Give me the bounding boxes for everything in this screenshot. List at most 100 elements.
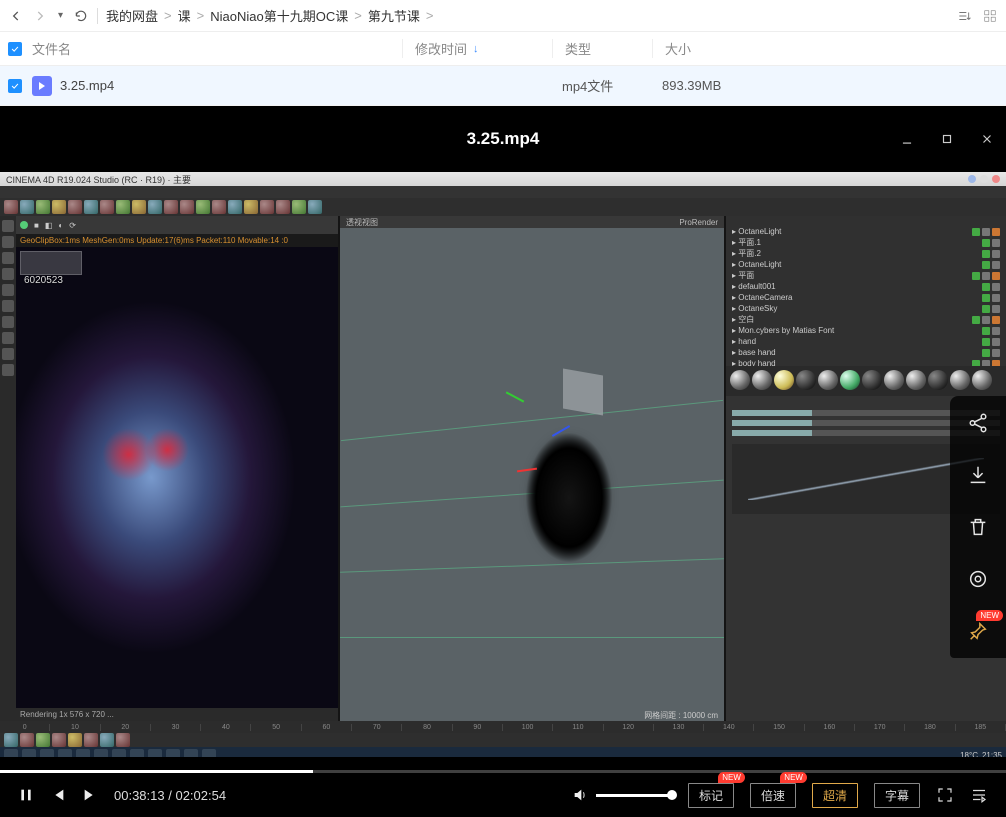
object-tree-item: ▸ OctaneLight <box>732 259 1000 270</box>
fullscreen-button[interactable] <box>936 786 954 804</box>
refresh-icon[interactable] <box>73 8 89 24</box>
timeline-frame: 0 <box>0 724 50 731</box>
subtitle-button[interactable]: 字幕 <box>874 783 920 808</box>
breadcrumb-item[interactable]: 第九节课 <box>368 6 420 25</box>
c4d-viewport: 透视视图 ProRender 网格间距 : 10000 cm <box>340 216 724 721</box>
c4d-timeline: 0102030405060708090100110120130140150160… <box>0 721 1006 733</box>
breadcrumb-item[interactable]: 课 <box>178 6 191 25</box>
timeline-frame: 90 <box>453 724 503 731</box>
render-status-text: GeoClipBox:1ms MeshGen:0ms Update:17(6)m… <box>16 234 338 247</box>
file-row[interactable]: 3.25.mp4 mp4文件 893.39MB <box>0 66 1006 106</box>
object-tree-item: ▸ 空白 <box>732 314 1000 325</box>
subtitle-label: 字幕 <box>885 789 909 803</box>
next-track-button[interactable] <box>82 787 98 803</box>
video-file-icon <box>32 76 52 96</box>
nav-forward-icon[interactable] <box>32 8 48 24</box>
video-frame[interactable]: CINEMA 4D R19.024 Studio (RC · R19) · 主要… <box>0 172 1006 757</box>
c4d-title-text: CINEMA 4D R19.024 Studio (RC · R19) · 主要 <box>6 173 191 186</box>
speed-button[interactable]: NEW 倍速 <box>750 783 796 808</box>
viewport-label-left: 透视视图 <box>346 217 378 228</box>
grid-view-icon[interactable] <box>982 8 998 24</box>
object-tree-item: ▸ default001 <box>732 281 1000 292</box>
close-icon[interactable] <box>978 130 996 148</box>
breadcrumb-item[interactable]: NiaoNiao第十九期OC课 <box>210 6 348 25</box>
timeline-frame: 60 <box>302 724 352 731</box>
speed-label: 倍速 <box>761 789 785 803</box>
timeline-frame: 180 <box>905 724 955 731</box>
maximize-icon[interactable] <box>938 130 956 148</box>
timeline-frame: 170 <box>855 724 905 731</box>
col-header-mtime[interactable]: 修改时间 ↓ <box>402 39 552 58</box>
timeline-frame: 140 <box>704 724 754 731</box>
new-badge: NEW <box>718 772 745 783</box>
playlist-button[interactable] <box>970 786 988 804</box>
quality-label: 超清 <box>823 789 847 803</box>
object-manager: ▸ OctaneLight ▸ 平面.1 ▸ 平面.2▸ OctaneLight… <box>726 216 1006 366</box>
c4d-timeline-controls <box>0 733 1006 747</box>
timeline-frame: 100 <box>503 724 553 731</box>
volume-control[interactable] <box>572 787 672 803</box>
new-badge: NEW <box>780 772 807 783</box>
object-tree-item: ▸ base hand <box>732 347 1000 358</box>
taskbar-clock: 21:35 <box>982 751 1002 758</box>
file-type: mp4文件 <box>550 76 650 95</box>
viewport-grid-label: 网格间距 : 10000 cm <box>644 710 718 721</box>
player-title: 3.25.mp4 <box>467 129 540 149</box>
object-tree-item: ▸ OctaneCamera <box>732 292 1000 303</box>
object-tree-item: ▸ OctaneLight <box>732 226 1000 237</box>
quality-button[interactable]: 超清 <box>812 783 858 808</box>
sort-desc-icon: ↓ <box>473 43 479 55</box>
play-pause-button[interactable] <box>18 786 34 804</box>
file-browser-toolbar: ▾ 我的网盘> 课> NiaoNiao第十九期OC课> 第九节课> <box>0 0 1006 32</box>
c4d-left-toolbar <box>0 216 16 721</box>
timeline-frame: 130 <box>654 724 704 731</box>
player-controls: 00:38:13 / 02:02:54 NEW 标记 NEW 倍速 超清 字幕 <box>0 773 1006 817</box>
settings-icon[interactable] <box>965 566 991 592</box>
timeline-frame: 185 <box>956 724 1006 731</box>
time-display: 00:38:13 / 02:02:54 <box>114 788 226 803</box>
mark-button[interactable]: NEW 标记 <box>688 783 734 808</box>
timeline-frame: 70 <box>352 724 402 731</box>
col-header-name[interactable]: 文件名 <box>32 39 402 58</box>
c4d-window-titlebar: CINEMA 4D R19.024 Studio (RC · R19) · 主要 <box>0 172 1006 186</box>
volume-icon[interactable] <box>572 787 588 803</box>
timeline-frame: 80 <box>402 724 452 731</box>
select-all-checkbox[interactable] <box>8 42 22 56</box>
file-name: 3.25.mp4 <box>60 78 400 93</box>
object-tree-item: ▸ 平面.2 <box>732 248 1000 259</box>
watermark-text: 6020523 <box>24 275 63 286</box>
pin-icon[interactable]: NEW <box>965 618 991 644</box>
object-tree-item: ▸ hand <box>732 336 1000 347</box>
row-checkbox[interactable] <box>8 79 22 93</box>
timeline-frame: 30 <box>151 724 201 731</box>
object-tree-item: ▸ body hand <box>732 358 1000 366</box>
col-header-size[interactable]: 大小 <box>652 39 752 58</box>
divider <box>97 8 98 24</box>
taskbar-weather: 18°C <box>960 751 978 758</box>
share-icon[interactable] <box>965 410 991 436</box>
render-footer-text: Rendering 1x 576 x 720 ... <box>16 708 338 721</box>
nav-back-icon[interactable] <box>8 8 24 24</box>
windows-taskbar: 18°C 21:35 <box>0 747 1006 757</box>
mark-label: 标记 <box>699 789 723 803</box>
prev-track-button[interactable] <box>50 787 66 803</box>
new-badge: NEW <box>976 610 1003 621</box>
minimize-icon[interactable] <box>898 130 916 148</box>
breadcrumb-item[interactable]: 我的网盘 <box>106 6 158 25</box>
object-tree-item: ▸ OctaneSky <box>732 303 1000 314</box>
volume-slider[interactable] <box>596 794 672 797</box>
col-header-type[interactable]: 类型 <box>552 39 652 58</box>
timeline-frame: 10 <box>50 724 100 731</box>
object-tree-item: ▸ 平面.1 <box>732 237 1000 248</box>
sort-list-icon[interactable] <box>956 8 972 24</box>
timeline-frame: 160 <box>805 724 855 731</box>
delete-icon[interactable] <box>965 514 991 540</box>
object-tree-item: ▸ Mon.cybers by Matias Font <box>732 325 1000 336</box>
file-size: 893.39MB <box>650 78 750 93</box>
timeline-frame: 110 <box>553 724 603 731</box>
download-icon[interactable] <box>965 462 991 488</box>
viewport-label-right: ProRender <box>679 218 718 227</box>
timeline-frame: 120 <box>604 724 654 731</box>
history-dropdown-icon[interactable]: ▾ <box>56 10 65 21</box>
timeline-frame: 20 <box>101 724 151 731</box>
